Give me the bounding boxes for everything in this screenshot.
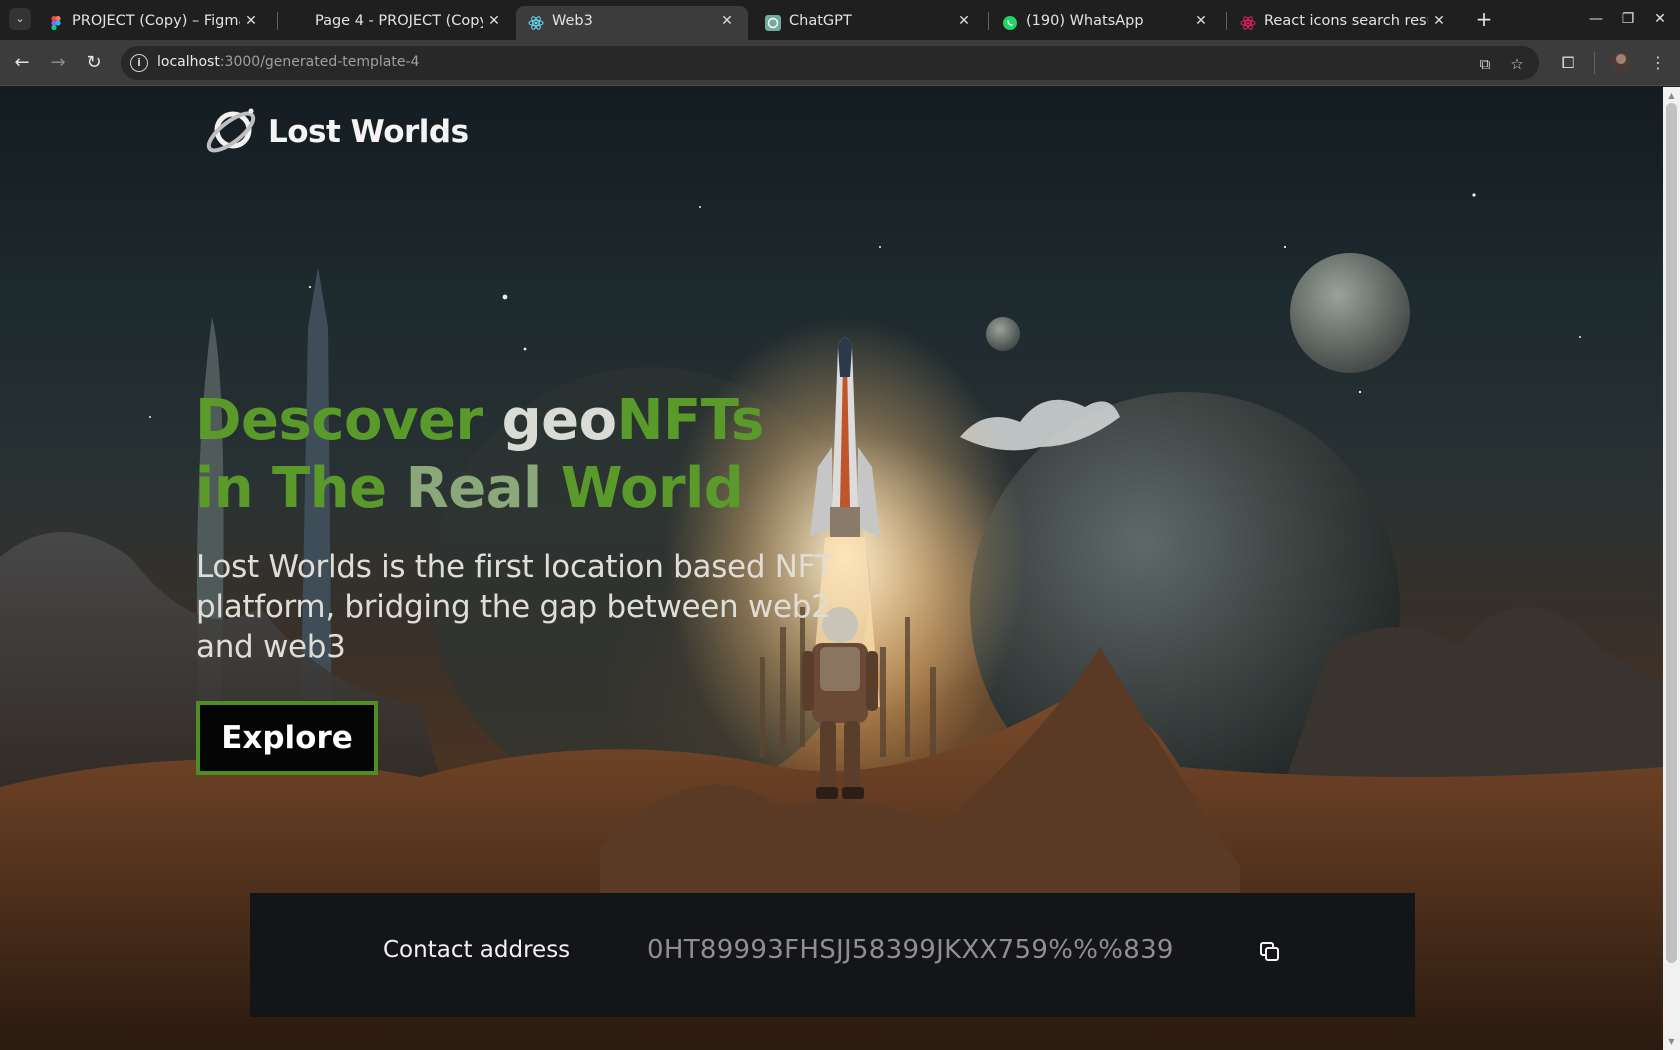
- tab-web3[interactable]: Web3 ✕: [516, 6, 748, 40]
- browser-toolbar: ← → ↻ i localhost:3000/generated-templat…: [0, 40, 1680, 86]
- scroll-down-arrow-icon[interactable]: ▼: [1666, 1037, 1677, 1047]
- minimize-icon[interactable]: —: [1582, 6, 1610, 32]
- contact-address-value[interactable]: 0HT89993FHSJJ58399JKXX759%%%839: [647, 935, 1174, 965]
- figma-icon: [51, 15, 61, 31]
- tab-close-icon[interactable]: ✕: [718, 12, 736, 30]
- back-arrow-icon[interactable]: ←: [10, 51, 34, 75]
- tab-title: (190) WhatsApp: [1026, 13, 1144, 29]
- tab-close-icon[interactable]: ✕: [242, 12, 260, 30]
- explore-button[interactable]: Explore: [196, 701, 378, 775]
- tab-title: ChatGPT: [789, 13, 852, 29]
- open-in-app-icon[interactable]: ⧉: [1475, 54, 1495, 74]
- tab-title: Web3: [552, 13, 593, 29]
- url-host: localhost: [157, 54, 220, 70]
- tab-close-icon[interactable]: ✕: [1192, 12, 1210, 30]
- tab-react-icons[interactable]: React icons search result ✕: [1228, 6, 1460, 40]
- restore-icon[interactable]: ❐: [1614, 6, 1642, 32]
- headline-word: Real: [405, 456, 561, 521]
- headline-word: NFTs: [616, 388, 765, 453]
- headline-word: World: [560, 456, 744, 521]
- toolbar-divider: [1594, 52, 1595, 74]
- window-close-icon[interactable]: ✕: [1646, 6, 1674, 32]
- tab-whatsapp[interactable]: (190) WhatsApp ✕: [990, 6, 1222, 40]
- headline-line-2: in The Real World: [195, 455, 895, 523]
- brand-logo[interactable]: Lost Worlds: [203, 103, 469, 161]
- page-viewport: Lost Worlds Descover geoNFTs in The Real…: [0, 87, 1663, 1050]
- tab-separator: [1226, 12, 1227, 30]
- tab-title: PROJECT (Copy) – Figma: [72, 13, 240, 29]
- tab-close-icon[interactable]: ✕: [1430, 12, 1448, 30]
- extensions-puzzle-icon[interactable]: ⧠: [1556, 51, 1580, 75]
- bookmark-star-icon[interactable]: ☆: [1507, 54, 1527, 74]
- brand-name: Lost Worlds: [268, 114, 469, 150]
- hero-description: Lost Worlds is the first location based …: [196, 549, 834, 665]
- tab-page-4[interactable]: Page 4 - PROJECT (Copy) ✕: [279, 6, 515, 40]
- tab-title: React icons search result: [1264, 13, 1428, 29]
- headline-word: geo: [501, 388, 618, 453]
- tab-chatgpt[interactable]: ChatGPT ✕: [753, 6, 985, 40]
- chatgpt-icon: [765, 15, 781, 31]
- page-icon: [291, 15, 307, 31]
- tab-separator: [988, 12, 989, 30]
- headline-word: Descover: [195, 388, 502, 453]
- headline-line-1: Descover geoNFTs: [195, 387, 895, 455]
- tab-title: Page 4 - PROJECT (Copy): [315, 13, 483, 29]
- contact-address-bar: Contact address 0HT89993FHSJJ58399JKXX75…: [250, 893, 1415, 1017]
- tab-separator: [277, 12, 278, 30]
- whatsapp-icon: [1003, 16, 1017, 30]
- address-bar[interactable]: i localhost:3000/generated-template-4 ⧉ …: [121, 46, 1539, 80]
- tab-search-button[interactable]: ⌄: [9, 8, 31, 30]
- site-info-icon[interactable]: i: [130, 54, 148, 72]
- reload-icon[interactable]: ↻: [82, 51, 106, 75]
- hero-headline: Descover geoNFTs in The Real World: [195, 387, 895, 523]
- headline-word: in The: [195, 456, 406, 521]
- tab-figma[interactable]: PROJECT (Copy) – Figma ✕: [36, 6, 272, 40]
- profile-avatar[interactable]: [1611, 52, 1631, 72]
- contact-label: Contact address: [383, 937, 571, 963]
- new-tab-button[interactable]: +: [1472, 7, 1496, 31]
- react-icons-icon: [1240, 16, 1256, 30]
- react-icon: [528, 16, 544, 30]
- menu-kebab-icon[interactable]: ⋮: [1646, 51, 1670, 75]
- scrollbar-thumb[interactable]: [1666, 103, 1677, 963]
- browser-tab-strip: ⌄ PROJECT (Copy) – Figma ✕ Page 4 - PROJ…: [0, 0, 1680, 40]
- tab-close-icon[interactable]: ✕: [955, 12, 973, 30]
- url-path: :3000/generated-template-4: [219, 54, 420, 70]
- scroll-up-arrow-icon[interactable]: ▲: [1666, 91, 1677, 101]
- forward-arrow-icon[interactable]: →: [46, 51, 70, 75]
- copy-icon[interactable]: [1258, 940, 1282, 964]
- address-url[interactable]: localhost:3000/generated-template-4: [157, 54, 419, 70]
- tab-close-icon[interactable]: ✕: [485, 12, 503, 30]
- planet-logo-icon: [206, 108, 256, 153]
